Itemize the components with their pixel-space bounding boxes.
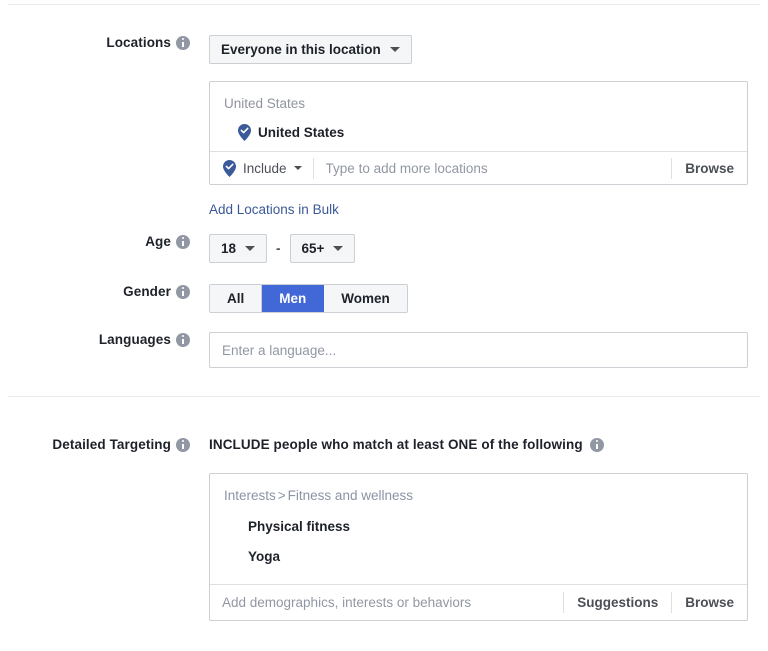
- languages-label-group: Languages: [0, 332, 190, 347]
- locations-field: Everyone in this location: [209, 35, 412, 64]
- detailed-targeting-input-row: Suggestions Browse: [210, 584, 747, 620]
- locations-browse-button[interactable]: Browse: [672, 161, 747, 176]
- gender-label-group: Gender: [0, 284, 190, 299]
- age-field: 18 - 65+: [209, 234, 356, 263]
- chevron-down-icon: [333, 246, 344, 251]
- breadcrumb-root: Interests: [224, 488, 276, 503]
- languages-field: [209, 332, 748, 368]
- breadcrumb-separator: >: [277, 488, 286, 503]
- info-icon[interactable]: [176, 284, 190, 299]
- interest-item: Physical fitness: [248, 519, 351, 534]
- gender-label: Gender: [123, 284, 171, 299]
- age-max-dropdown[interactable]: 65+: [289, 234, 356, 263]
- gender-option-men[interactable]: Men: [262, 285, 325, 312]
- locations-input-row: Include Browse: [210, 151, 747, 184]
- locations-panel: United States United States Include Type…: [209, 81, 748, 185]
- locations-label: Locations: [106, 35, 171, 50]
- interest-item: Yoga: [248, 549, 281, 564]
- gender-segmented-control: All Men Women: [209, 284, 408, 313]
- detailed-targeting-label: Detailed Targeting: [52, 437, 171, 452]
- detailed-targeting-row: Detailed Targeting INCLUDE people who ma…: [0, 437, 604, 452]
- add-locations-in-bulk-link[interactable]: Add Locations in Bulk: [209, 202, 339, 217]
- location-scope-label: Everyone in this location: [221, 42, 381, 57]
- languages-input-box: [209, 332, 748, 368]
- detailed-targeting-panel: Interests > Fitness and wellness Physical …: [209, 473, 748, 621]
- age-range-separator: -: [276, 241, 281, 256]
- gender-field: All Men Women: [209, 284, 408, 313]
- locations-search-input[interactable]: [313, 152, 672, 184]
- locations-row: Locations Everyone in this location: [0, 35, 412, 64]
- age-row: Age 18 - 65+: [0, 234, 356, 263]
- chevron-down-icon: [389, 47, 400, 52]
- info-icon[interactable]: [176, 332, 190, 347]
- info-icon[interactable]: [176, 437, 190, 452]
- interest-breadcrumb: Interests > Fitness and wellness: [210, 487, 747, 505]
- include-heading-group: INCLUDE people who match at least ONE of…: [209, 437, 604, 452]
- languages-input[interactable]: [210, 333, 747, 367]
- age-label: Age: [145, 234, 171, 249]
- detailed-targeting-browse-button[interactable]: Browse: [672, 595, 747, 610]
- map-pin-check-icon: [238, 124, 251, 141]
- locations-panel-body: United States United States: [210, 82, 747, 151]
- location-scope-dropdown[interactable]: Everyone in this location: [209, 35, 412, 64]
- suggestions-button[interactable]: Suggestions: [564, 595, 671, 610]
- locations-label-group: Locations: [0, 35, 190, 50]
- info-icon[interactable]: [589, 437, 604, 452]
- breadcrumb-category: Fitness and wellness: [287, 488, 413, 503]
- detailed-targeting-heading-wrap: INCLUDE people who match at least ONE of…: [209, 437, 604, 452]
- chevron-down-icon: [293, 166, 302, 170]
- gender-row: Gender All Men Women: [0, 284, 408, 313]
- chevron-down-icon: [245, 246, 256, 251]
- locations-panel-heading: United States: [224, 96, 306, 111]
- detailed-targeting-label-group: Detailed Targeting: [0, 437, 190, 452]
- languages-row: Languages: [0, 332, 748, 368]
- age-min-dropdown[interactable]: 18: [209, 234, 268, 263]
- info-icon[interactable]: [176, 35, 190, 50]
- location-include-label: Include: [243, 160, 287, 176]
- age-label-group: Age: [0, 234, 190, 249]
- info-icon[interactable]: [176, 234, 190, 249]
- age-max-value: 65+: [301, 241, 325, 256]
- gender-option-women[interactable]: Women: [324, 285, 407, 312]
- detailed-targeting-input[interactable]: [210, 585, 564, 620]
- map-pin-check-icon: [223, 159, 236, 177]
- include-heading: INCLUDE people who match at least ONE of…: [209, 437, 583, 452]
- location-include-dropdown[interactable]: Include: [210, 152, 313, 184]
- section-divider-top: [8, 4, 760, 5]
- gender-option-all[interactable]: All: [210, 285, 263, 312]
- detailed-targeting-panel-body: Interests > Fitness and wellness Physical …: [210, 474, 747, 575]
- section-divider-middle: [8, 396, 760, 397]
- languages-label: Languages: [98, 332, 171, 347]
- age-min-value: 18: [221, 241, 237, 256]
- selected-location-name: United States: [258, 125, 345, 140]
- selected-location-item: United States: [210, 113, 747, 141]
